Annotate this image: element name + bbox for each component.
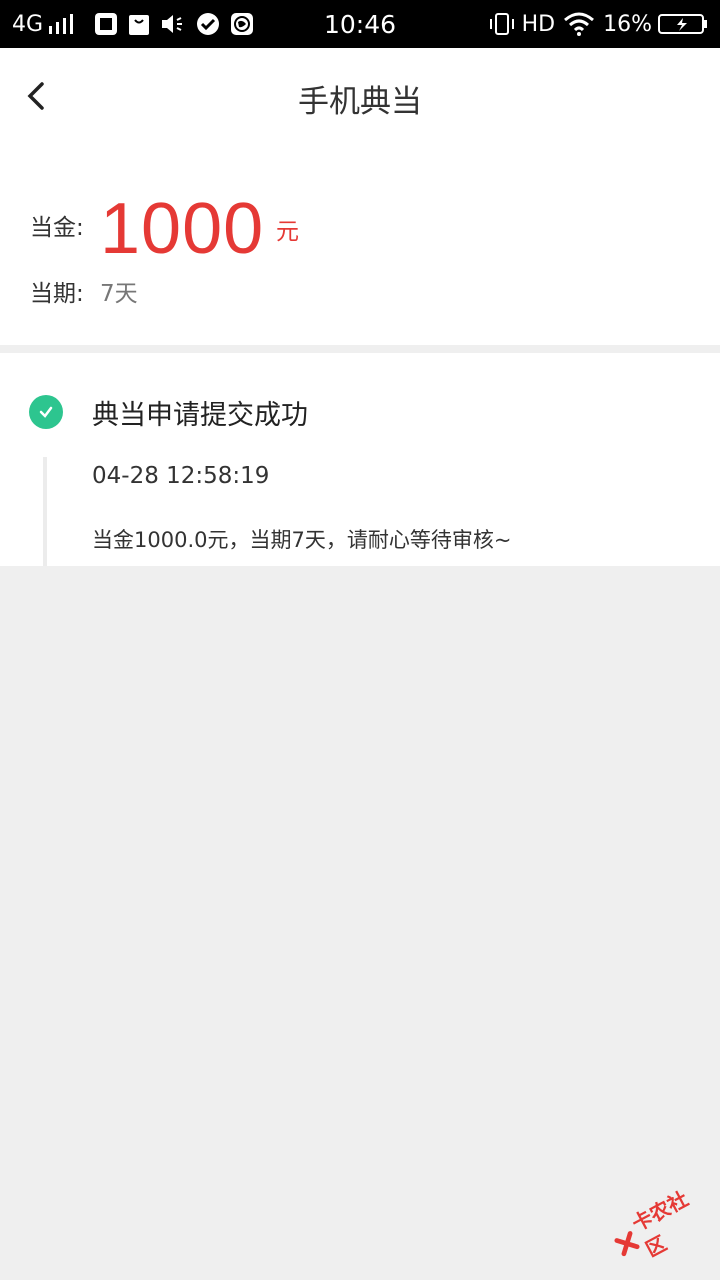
term-label: 当期:	[30, 281, 84, 307]
page-title: 手机典当	[298, 84, 422, 120]
status-timeline: 典当申请提交成功 04-28 12:58:19 当金1000.0元，当期7天，请…	[0, 353, 720, 566]
watermark-logo: 卡农社区	[601, 1171, 720, 1280]
timeline-line	[43, 457, 47, 566]
wifi-icon	[564, 12, 595, 36]
term-value: 7天	[100, 281, 138, 307]
hd-label: HD	[521, 11, 556, 37]
vibrate-icon	[489, 13, 514, 35]
nav-bar: 手机典当	[0, 48, 720, 148]
amount-label: 当金:	[30, 215, 84, 241]
amount-unit: 元	[276, 219, 299, 245]
timeline-status-title: 典当申请提交成功	[92, 400, 308, 431]
timeline-timestamp: 04-28 12:58:19	[92, 463, 270, 489]
watermark-text: 卡农社区	[627, 1186, 693, 1262]
success-check-icon	[29, 395, 63, 429]
amount-value: 1000	[100, 189, 265, 269]
pawn-summary: 当金: 1000 元 当期: 7天	[0, 148, 720, 345]
status-bar: 4G 10:46 HD 16%	[0, 0, 720, 48]
battery-icon	[658, 14, 707, 34]
timeline-description: 当金1000.0元，当期7天，请耐心等待审核~	[92, 528, 512, 552]
battery-percent: 16%	[603, 11, 652, 37]
system-indicators: HD 16%	[488, 0, 708, 48]
time-label: 10:46	[323, 9, 397, 39]
